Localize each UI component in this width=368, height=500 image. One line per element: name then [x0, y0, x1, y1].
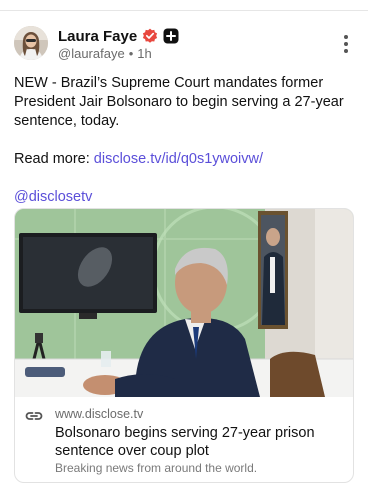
plus-badge-icon: [163, 28, 179, 44]
timestamp[interactable]: 1h: [137, 46, 151, 61]
post-body: NEW - Brazil’s Supreme Court mandates fo…: [14, 74, 354, 207]
more-options-button[interactable]: [338, 34, 354, 54]
read-more-label: Read more:: [14, 151, 90, 167]
link-preview-domain: www.disclose.tv: [55, 407, 144, 421]
top-divider: [0, 10, 368, 11]
mention-link[interactable]: @disclosetv: [14, 189, 92, 205]
link-preview-description: Breaking news from around the world.: [55, 461, 258, 475]
link-icon: [25, 409, 43, 423]
avatar-image: [14, 26, 48, 60]
post-card[interactable]: Laura Faye @laurafaye • 1h NEW - Brazil’…: [0, 12, 368, 500]
read-more-line: Read more: disclose.tv/id/q0s1ywoivw/: [14, 150, 354, 169]
link-preview-image[interactable]: [15, 209, 354, 397]
post-header: Laura Faye @laurafaye • 1h: [14, 26, 354, 66]
more-dot-icon: [344, 42, 348, 46]
meta-row: @laurafaye • 1h: [58, 46, 152, 61]
post-text: NEW - Brazil’s Supreme Court mandates fo…: [14, 75, 344, 129]
read-more-link[interactable]: disclose.tv/id/q0s1ywoivw/: [94, 151, 263, 167]
more-dot-icon: [344, 49, 348, 53]
more-dot-icon: [344, 35, 348, 39]
meta-separator: •: [128, 46, 134, 61]
link-preview-footer: www.disclose.tv Bolsonaro begins serving…: [15, 397, 353, 482]
handle[interactable]: @laurafaye: [58, 46, 125, 61]
verified-badge-icon: [142, 28, 158, 44]
display-name[interactable]: Laura Faye: [58, 28, 137, 45]
avatar[interactable]: [14, 26, 48, 60]
link-preview-card[interactable]: www.disclose.tv Bolsonaro begins serving…: [14, 208, 354, 483]
name-row: Laura Faye: [58, 27, 179, 45]
link-preview-title[interactable]: Bolsonaro begins serving 27-year prison …: [55, 424, 345, 460]
